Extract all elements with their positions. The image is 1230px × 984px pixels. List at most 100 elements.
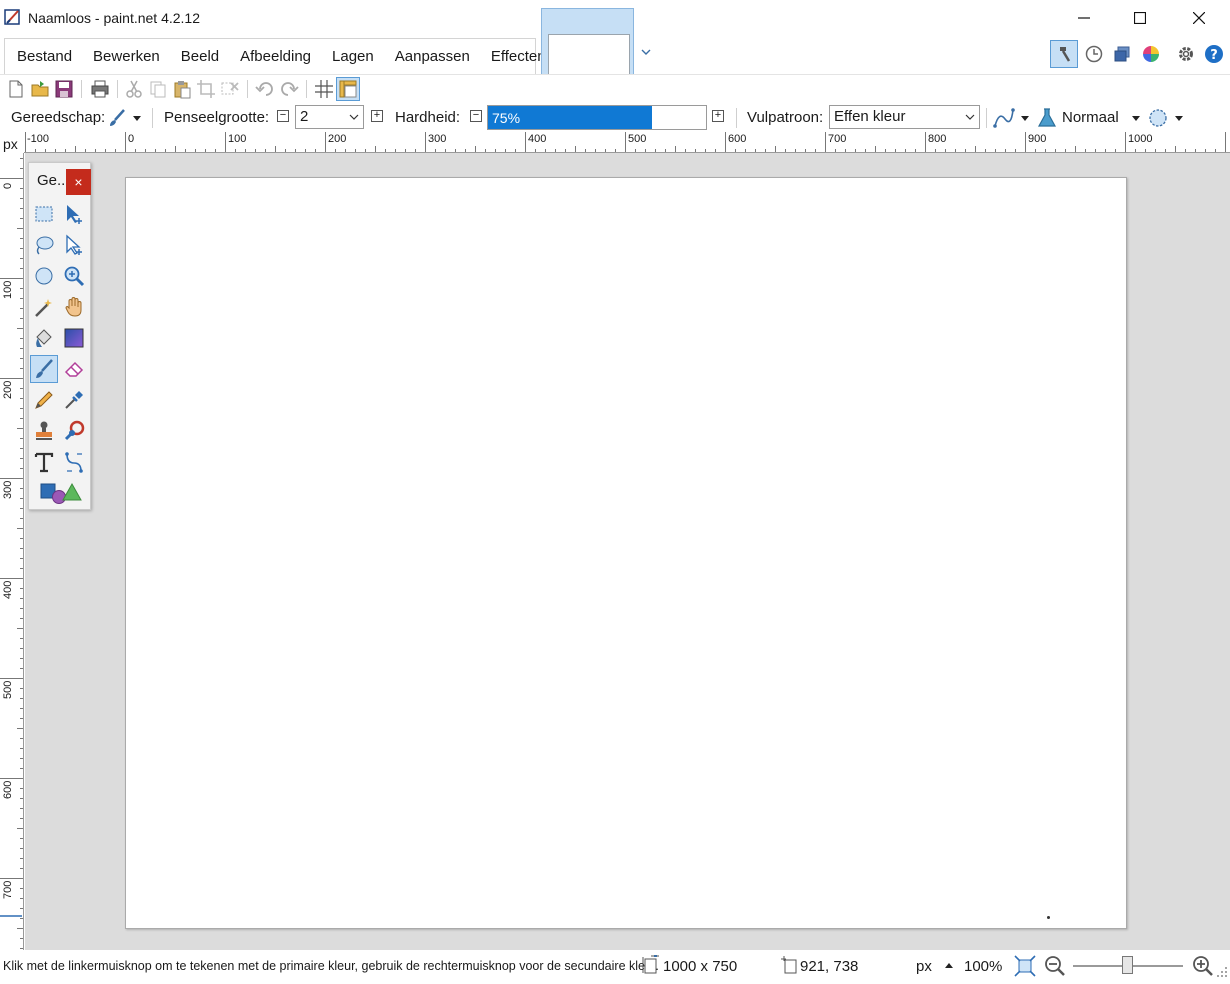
eraser-tool[interactable] [60, 355, 88, 383]
blend-mode-icon-button[interactable] [1036, 107, 1058, 129]
menu-beeld[interactable]: Beeld [169, 39, 228, 74]
menu-aanpassen[interactable]: Aanpassen [383, 39, 479, 74]
pencil-tool[interactable] [30, 386, 58, 414]
units-caret-icon[interactable] [945, 963, 953, 968]
close-button[interactable] [1170, 0, 1228, 36]
print-button[interactable] [88, 77, 112, 101]
rulers-toggle-button[interactable] [336, 77, 360, 101]
new-file-button[interactable] [4, 77, 28, 101]
lasso-select-tool[interactable] [30, 231, 58, 259]
ruler-label: 1000 [1128, 133, 1153, 145]
deselect-button[interactable] [218, 77, 242, 101]
text-icon [34, 452, 54, 473]
tool-label: Gereedschap: [11, 109, 106, 126]
line-curve-tool[interactable] [60, 448, 88, 476]
ruler-vertical-ticks [0, 158, 23, 949]
main-toolbar [0, 74, 1230, 102]
antialiasing-caret-icon[interactable] [1021, 116, 1029, 121]
colors-window-toggle[interactable] [1137, 40, 1165, 68]
menu-afbeelding[interactable]: Afbeelding [228, 39, 320, 74]
chevron-down-icon[interactable] [640, 46, 652, 58]
crop-button[interactable] [194, 77, 218, 101]
paintbrush-tool[interactable] [30, 355, 58, 383]
tool-selector[interactable] [106, 107, 128, 129]
move-selection-tool[interactable] [60, 231, 88, 259]
blend-mode-value[interactable]: Normaal [1062, 109, 1119, 126]
zoom-level[interactable]: 100% [964, 958, 1002, 975]
blend-mode-caret-icon[interactable] [1132, 116, 1140, 121]
selection-mode-caret-icon[interactable] [1175, 116, 1183, 121]
layers-window-toggle[interactable] [1108, 40, 1136, 68]
help-button[interactable]: ? [1200, 40, 1228, 68]
save-button[interactable] [52, 77, 76, 101]
brush-size-decrease-button[interactable]: − [277, 110, 289, 122]
resize-grip-icon[interactable] [1216, 966, 1228, 978]
color-wheel-icon [1143, 46, 1159, 62]
undo-button[interactable] [253, 77, 277, 101]
paint-bucket-tool[interactable] [30, 324, 58, 352]
settings-button[interactable] [1172, 40, 1200, 68]
zoom-in-icon[interactable] [1192, 955, 1214, 977]
hardness-decrease-button[interactable]: − [470, 110, 482, 122]
paste-icon [174, 81, 191, 99]
zoom-out-icon[interactable] [1044, 955, 1066, 977]
image-canvas[interactable] [125, 177, 1127, 929]
gear-icon [1179, 47, 1193, 61]
cursor-position-icon [781, 956, 797, 974]
hardness-slider[interactable]: 75% [487, 105, 707, 130]
gradient-tool[interactable] [60, 324, 88, 352]
zoom-slider-thumb[interactable] [1122, 956, 1133, 974]
canvas-dot [1047, 916, 1050, 919]
ruler-label: 400 [2, 580, 14, 599]
brush-size-increase-button[interactable]: + [371, 110, 383, 122]
minimize-button[interactable] [1055, 0, 1113, 36]
pencil-icon [35, 391, 53, 409]
maximize-button[interactable] [1111, 0, 1169, 36]
tool-selector-caret-icon[interactable] [133, 116, 141, 121]
paintbrush-icon [110, 109, 125, 126]
tools-window-close-button[interactable]: × [66, 169, 91, 195]
menu-bewerken[interactable]: Bewerken [81, 39, 169, 74]
clone-stamp-tool[interactable] [30, 417, 58, 445]
tools-window-toggle[interactable] [1050, 40, 1078, 68]
recolor-tool[interactable] [60, 417, 88, 445]
antialiasing-selector[interactable] [993, 107, 1015, 129]
magic-wand-tool[interactable] [30, 293, 58, 321]
cut-button[interactable] [122, 77, 146, 101]
selection-mode-selector[interactable] [1147, 107, 1169, 129]
paste-button[interactable] [170, 77, 194, 101]
status-bar: Klik met de linkermuisknop om te tekenen… [0, 950, 1230, 984]
layers-icon [1114, 46, 1130, 62]
ellipse-select-tool[interactable] [30, 262, 58, 290]
zoom-to-window-icon[interactable] [1014, 955, 1036, 977]
eyedropper-icon [65, 391, 83, 409]
maximize-icon [1134, 12, 1146, 24]
redo-button[interactable] [277, 77, 301, 101]
rectangle-select-tool[interactable] [30, 200, 58, 228]
fill-pattern-combo[interactable]: Effen kleur [829, 105, 980, 129]
flask-icon [1037, 108, 1057, 127]
text-tool[interactable] [30, 448, 58, 476]
menu-bestand[interactable]: Bestand [5, 39, 81, 74]
shapes-tool[interactable] [37, 479, 85, 507]
copy-button[interactable] [146, 77, 170, 101]
tools-window-title: Ge... [37, 172, 70, 189]
ruler-label: 500 [2, 680, 14, 699]
status-hint: Klik met de linkermuisknop om te tekenen… [3, 959, 659, 973]
brush-size-combo[interactable]: 2 [295, 105, 364, 129]
grid-toggle-button[interactable] [312, 77, 336, 101]
zoom-tool[interactable] [60, 262, 88, 290]
color-picker-tool[interactable] [60, 386, 88, 414]
canvas-workspace[interactable] [25, 153, 1230, 950]
units-selector[interactable]: px [916, 958, 932, 975]
ruler-unit-label: px [3, 136, 18, 152]
menu-lagen[interactable]: Lagen [320, 39, 383, 74]
ruler-label: 300 [428, 133, 447, 145]
pan-tool[interactable] [60, 293, 88, 321]
move-selected-tool[interactable] [60, 200, 88, 228]
open-file-button[interactable] [28, 77, 52, 101]
shapes-icon [40, 482, 82, 504]
hardness-increase-button[interactable]: + [712, 110, 724, 122]
history-window-toggle[interactable] [1080, 40, 1108, 68]
ruler-label: 700 [2, 880, 14, 899]
